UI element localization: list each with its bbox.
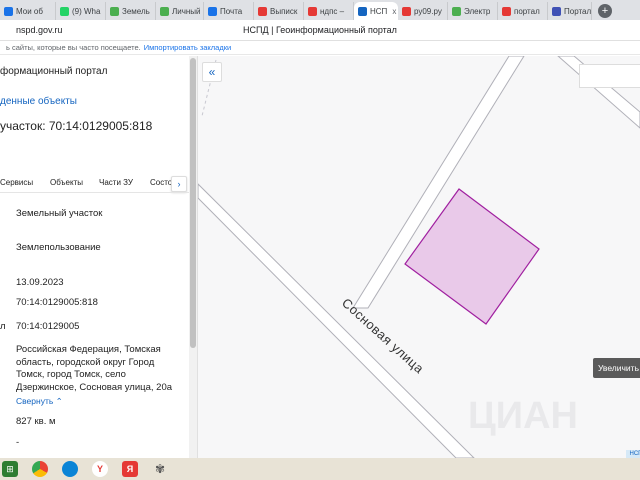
collapse-label: Свернуть (16, 396, 54, 406)
tab-favicon-icon (552, 6, 561, 16)
tab-favicon-icon (258, 6, 267, 16)
field-address: Российская Федерация, Томская область, г… (16, 344, 173, 393)
field-dash: - (16, 437, 20, 448)
zoom-tooltip: Увеличить (593, 358, 640, 378)
tab-favicon-icon (502, 6, 511, 16)
browser-tab[interactable]: Электр (448, 2, 498, 20)
tab-label: Мои об (16, 6, 43, 16)
tab-label: (9) Wha (72, 6, 101, 16)
url-text[interactable]: nspd.gov.ru (16, 25, 62, 35)
browser-tab[interactable]: портал (498, 2, 548, 20)
tab-favicon-icon (60, 6, 69, 16)
tab-favicon-icon (110, 6, 119, 16)
bookmarks-hint: ь сайты, которые вы часто посещаете. (6, 43, 141, 52)
tab-label: Личный (172, 6, 201, 16)
map-badge: НСП (626, 450, 640, 458)
field-quarter-label: л (0, 321, 6, 332)
tab-favicon-icon (358, 6, 367, 16)
app-icon[interactable]: ✾ (152, 461, 168, 477)
tab-favicon-icon (4, 6, 13, 16)
new-tab-button[interactable]: + (598, 4, 612, 18)
parcel-title: участок: 70:14:0129005:818 (0, 119, 153, 133)
tabs-next-button[interactable]: › (171, 176, 187, 192)
browser-tab[interactable]: НСП x (354, 2, 398, 20)
tab-label: портал (514, 6, 540, 16)
tab-favicon-icon (160, 6, 169, 16)
browser-tab[interactable]: Почта (204, 2, 254, 20)
panel-scrollbar[interactable] (189, 56, 197, 458)
import-bookmarks-link[interactable]: Импортировать закладки (144, 43, 231, 52)
map-view[interactable]: Сосновая улица ЦИАН « Увеличить НСП (198, 56, 640, 458)
browser-tab[interactable]: Выписк (254, 2, 304, 20)
field-date: 13.09.2023 (16, 277, 64, 288)
watermark-logo: ЦИАН (468, 395, 578, 437)
tab-parts[interactable]: Части ЗУ (99, 178, 133, 187)
close-tab-icon[interactable]: x (392, 7, 396, 16)
found-objects-link[interactable]: денные объекты (0, 96, 77, 107)
browser-tab[interactable]: ру09.ру (398, 2, 448, 20)
page-title: НСПД | Геоинформационный портал (243, 25, 397, 35)
field-quarter: 70:14:0129005 (16, 321, 80, 332)
tab-favicon-icon (208, 6, 217, 16)
tab-objects[interactable]: Объекты (50, 178, 83, 187)
browser-tab[interactable]: ндпс – (304, 2, 354, 20)
tab-label: ру09.ру (414, 6, 442, 16)
browser-tab-strip: Мои об (9) Wha Земель Личный Почта Выписк ндпс… (0, 0, 640, 20)
tabs-divider (0, 192, 190, 193)
browser-tab[interactable]: Земель (106, 2, 156, 20)
tab-label: Портал (564, 6, 592, 16)
browser-tab[interactable]: (9) Wha (56, 2, 106, 20)
tab-status[interactable]: Состо (150, 178, 172, 187)
os-taskbar: ⊞ Y Я ✾ (0, 458, 640, 480)
tab-label: Электр (464, 6, 491, 16)
browser-tab[interactable]: Мои об (0, 2, 56, 20)
chrome-icon[interactable] (32, 461, 48, 477)
tab-label: Почта (220, 6, 243, 16)
browser-tab[interactable]: Личный (156, 2, 204, 20)
tab-favicon-icon (452, 6, 461, 16)
portal-name: формационный портал (0, 66, 108, 77)
browser-tab[interactable]: Портал (548, 2, 592, 20)
tab-label: Выписк (270, 6, 298, 16)
excel-icon[interactable]: ⊞ (2, 461, 18, 477)
address-bar[interactable]: nspd.gov.ru НСПД | Геоинформационный пор… (0, 20, 640, 41)
yandex-icon[interactable]: Я (122, 461, 138, 477)
collapse-panel-button[interactable]: « (202, 62, 222, 82)
tab-label: НСП (370, 6, 388, 16)
street-label: Сосновая улица (339, 295, 427, 377)
chevron-up-icon: ⌃ (55, 396, 63, 406)
tab-label: Земель (122, 6, 150, 16)
map-canvas[interactable]: Сосновая улица ЦИАН (198, 56, 640, 458)
yandex-browser-icon[interactable]: Y (92, 461, 108, 477)
info-panel: формационный портал денные объекты участ… (0, 56, 198, 458)
field-cad-number: 70:14:0129005:818 (16, 297, 98, 308)
field-type: Земельный участок (16, 208, 103, 219)
bookmarks-bar: ь сайты, которые вы часто посещаете. Имп… (0, 41, 640, 55)
field-area: 827 кв. м (16, 416, 56, 427)
collapse-link[interactable]: Свернуть ⌃ (16, 396, 63, 407)
tab-services[interactable]: Сервисы (0, 178, 33, 187)
edge-icon[interactable] (62, 461, 78, 477)
map-search-box[interactable] (579, 64, 640, 88)
field-category: Землепользование (16, 242, 101, 253)
panel-tabs: Сервисы Объекты Части ЗУ Состо › (0, 176, 190, 192)
tab-favicon-icon (308, 6, 317, 16)
scroll-thumb[interactable] (190, 58, 196, 348)
tab-label: ндпс – (320, 6, 345, 16)
tab-favicon-icon (402, 6, 411, 16)
